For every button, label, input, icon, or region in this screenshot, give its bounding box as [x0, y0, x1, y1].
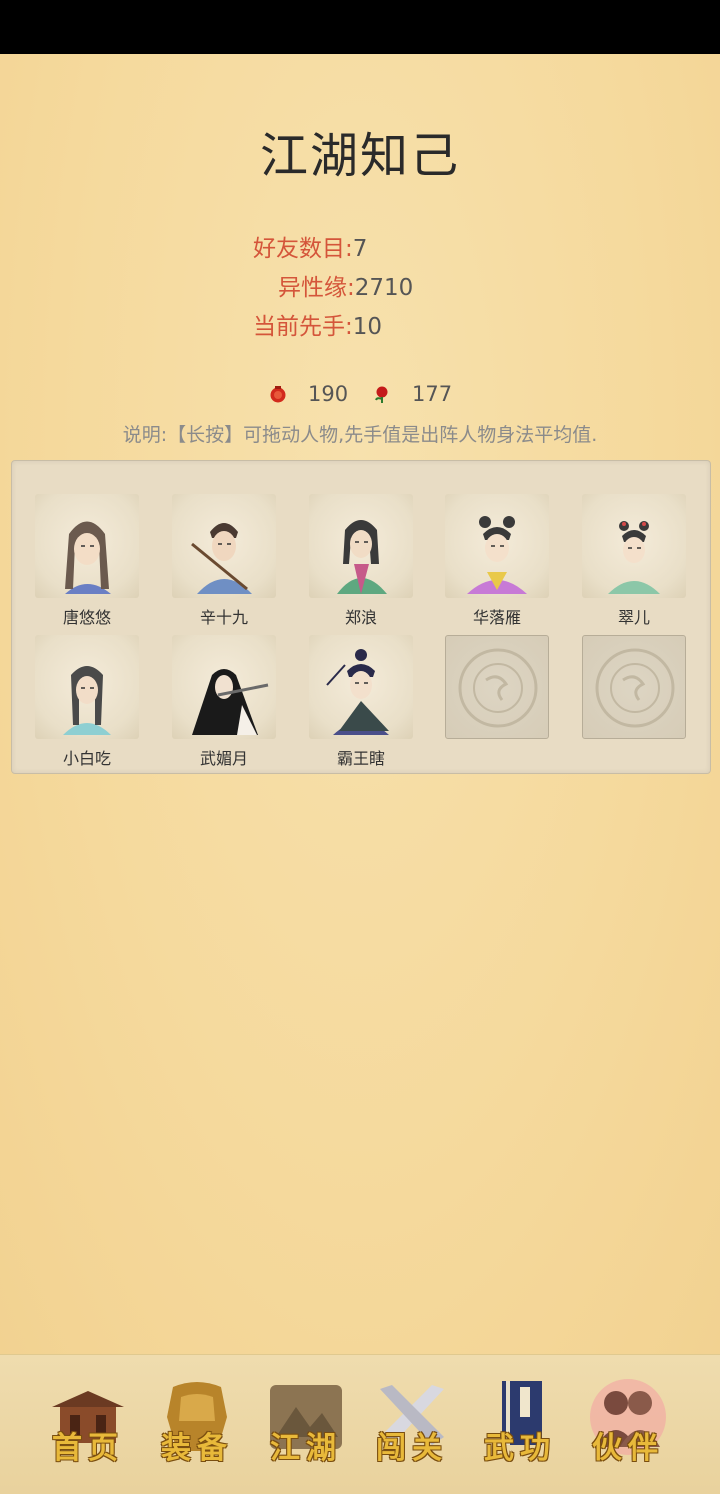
nav-partners[interactable]: 伙伴: [578, 1377, 678, 1477]
nav-home[interactable]: 首页: [38, 1377, 138, 1477]
portrait-swordsman: [172, 494, 276, 598]
nav-equipment[interactable]: 装备: [147, 1377, 247, 1477]
status-bar: [0, 0, 720, 54]
affinity-stat: 异性缘:2710: [278, 268, 413, 302]
companion-card[interactable]: 霸王瞎: [309, 635, 413, 768]
portrait-maid: [582, 494, 686, 598]
companion-card[interactable]: 辛十九: [172, 494, 276, 627]
empty-slot[interactable]: [445, 635, 549, 739]
companion-card[interactable]: 小白吃: [35, 635, 139, 768]
nav-martial-arts-label: 武功: [484, 1431, 556, 1466]
companion-name: 小白吃: [62, 749, 111, 768]
pouch-resource: 190: [268, 382, 348, 406]
empty-slot-emblem: [445, 635, 549, 739]
companion-name: 霸王瞎: [336, 749, 385, 768]
empty-slot[interactable]: [582, 635, 686, 739]
companion-card[interactable]: 唐悠悠: [35, 494, 139, 627]
empty-slot-emblem: [582, 635, 686, 739]
bottom-nav: 首页 装备 江湖 闯关 武功 伙伴: [0, 1354, 720, 1494]
companion-card[interactable]: 翠儿: [582, 494, 686, 627]
companion-name: 辛十九: [199, 608, 248, 627]
portrait-green-robe: [309, 494, 413, 598]
portrait-purple-robe: [445, 494, 549, 598]
friends-label: 好友数目:: [253, 236, 353, 262]
rose-count: 177: [412, 382, 453, 406]
pouch-count: 190: [308, 382, 349, 406]
companion-panel: 唐悠悠 辛十九 郑浪 华落雁 翠儿 小白吃 武媚月 霸王瞎: [11, 460, 711, 774]
instruction-note: 说明:【长按】可拖动人物,先手值是出阵人物身法平均值.: [122, 424, 598, 446]
nav-martial-arts[interactable]: 武功: [470, 1377, 570, 1477]
companion-name: 郑浪: [344, 608, 377, 627]
companion-name: 翠儿: [617, 608, 650, 627]
companion-card[interactable]: 华落雁: [445, 494, 549, 627]
affinity-label: 异性缘:: [278, 275, 355, 301]
friends-count: 好友数目:7: [253, 229, 367, 263]
portrait-girl-braids: [35, 635, 139, 739]
red-pouch-icon: [270, 386, 286, 403]
medallion-icon: [458, 648, 538, 728]
portrait-fan-man: [309, 635, 413, 739]
nav-challenge[interactable]: 闯关: [362, 1377, 462, 1477]
medallion-icon: [595, 648, 675, 728]
nav-challenge-label: 闯关: [376, 1431, 448, 1466]
affinity-value: 2710: [354, 275, 414, 301]
initiative-stat: 当前先手:10: [253, 307, 382, 341]
page-title: 江湖知己: [259, 128, 460, 184]
rose-icon: [375, 386, 388, 403]
companion-card[interactable]: 郑浪: [309, 494, 413, 627]
nav-equipment-label: 装备: [161, 1431, 233, 1466]
companion-name: 华落雁: [472, 608, 521, 627]
nav-jianghu-label: 江湖: [270, 1431, 342, 1466]
companion-name: 唐悠悠: [62, 608, 111, 627]
rose-resource: 177: [372, 382, 452, 406]
nav-home-label: 首页: [52, 1431, 124, 1466]
nav-jianghu[interactable]: 江湖: [256, 1377, 356, 1477]
initiative-value: 10: [352, 314, 383, 340]
companion-name: 武媚月: [199, 749, 248, 768]
companion-card[interactable]: 武媚月: [172, 635, 276, 768]
portrait-flute-player: [172, 635, 276, 739]
portrait-woman-long-hair: [35, 494, 139, 598]
nav-partners-label: 伙伴: [592, 1431, 664, 1466]
initiative-label: 当前先手:: [253, 314, 353, 340]
friends-value: 7: [352, 236, 368, 262]
